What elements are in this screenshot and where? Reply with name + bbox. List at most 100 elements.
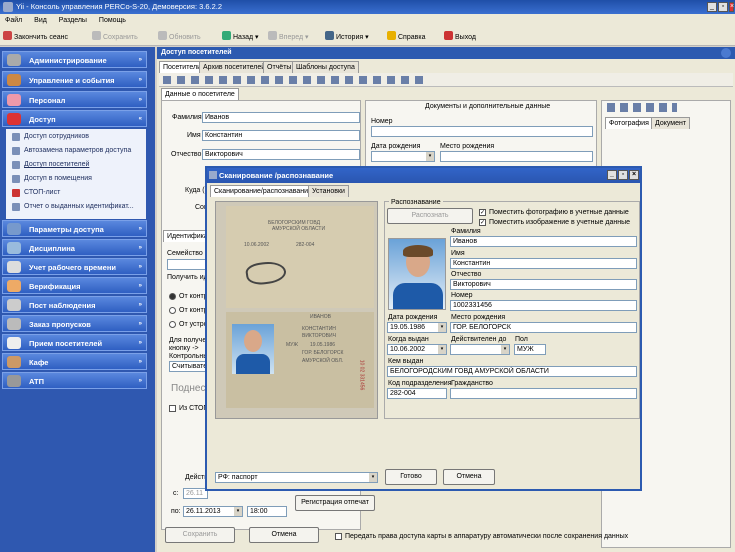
menu-file[interactable]: Файл — [0, 14, 27, 28]
photo-hair — [403, 245, 433, 257]
sidebar-group-post[interactable]: Пост наблюдения» — [2, 296, 147, 313]
dlg-sex-field[interactable]: МУЖ — [514, 344, 546, 355]
photo-toolbar-icons[interactable] — [607, 103, 677, 112]
toolbar-icons[interactable] — [163, 76, 423, 84]
save-toolbar-button[interactable]: Сохранить — [92, 31, 138, 43]
end-session-button[interactable]: Закончить сеанс — [3, 31, 68, 43]
help-button[interactable]: Справка — [387, 31, 425, 43]
dlg-last-name-field[interactable]: Иванов — [450, 236, 637, 247]
refresh-button[interactable]: Обновить — [158, 31, 201, 43]
maximize-button[interactable]: ▫ — [718, 2, 728, 12]
back-button[interactable]: Назад ▾ — [222, 31, 259, 43]
recognize-button[interactable]: Распознать — [387, 208, 473, 224]
stoplist-checkbox[interactable] — [169, 405, 176, 412]
reader-field[interactable]: Считывател — [169, 361, 209, 372]
tab-visitor-data[interactable]: Данные о посетителе — [161, 88, 239, 100]
sidebar-group-control[interactable]: Управление и события» — [2, 71, 147, 88]
date-to-field[interactable]: 26.11.2013 ▾ — [183, 506, 243, 517]
dlg-sex-label: Пол — [515, 336, 528, 343]
dialog-minimize-button[interactable]: _ — [607, 170, 617, 180]
dlg-first-name-field[interactable]: Константин — [450, 258, 637, 269]
patronymic-field[interactable]: Викторович — [202, 149, 360, 160]
sidebar-group-reception[interactable]: Прием посетителей» — [2, 334, 147, 351]
dialog-cancel-button[interactable]: Отмена — [443, 469, 495, 485]
visitor-icon — [12, 161, 20, 169]
sidebar-group-time[interactable]: Учет рабочего времени» — [2, 258, 147, 275]
dlg-issued-by-field[interactable]: БЕЛОГОРОДСКИМ ГОВД АМУРСКОЙ ОБЛАСТИ — [387, 366, 637, 377]
dlg-citizenship-label: Гражданство — [451, 380, 493, 387]
dlg-number-label: Номер — [451, 292, 473, 299]
dlg-citizenship-field[interactable] — [450, 388, 637, 399]
menu-view[interactable]: Вид — [29, 14, 52, 28]
dlg-birth-place-field[interactable]: ГОР. БЕЛОГОРСК — [450, 322, 637, 333]
tab-photo[interactable]: Фотография — [605, 117, 653, 129]
sidebar-group-personnel[interactable]: Персонал» — [2, 91, 147, 108]
last-name-label: Фамилия — [172, 114, 202, 121]
sidebar-group-access-params[interactable]: Параметры доступа» — [2, 220, 147, 237]
sidebar-group-access[interactable]: Доступ « — [2, 110, 147, 127]
doc-number-field[interactable] — [371, 126, 593, 137]
image-checkbox[interactable]: ✓ — [479, 219, 486, 226]
dlg-valid-to-field[interactable]: ▾ — [450, 344, 510, 355]
first-name-field[interactable]: Константин — [202, 130, 360, 141]
sidebar-group-admin[interactable]: Администрирование» — [2, 51, 147, 68]
collapse-icon[interactable] — [721, 48, 731, 58]
to-label: по: — [171, 508, 181, 515]
sidebar-group-atp[interactable]: АТП» — [2, 372, 147, 389]
dialog-close-button[interactable]: × — [629, 170, 639, 180]
dlg-birth-date-field[interactable]: 19.05.1986 ▾ — [387, 322, 447, 333]
radio-controller-1[interactable] — [169, 293, 176, 300]
sidebar-item-stoplist[interactable]: СТОП-лист — [12, 187, 60, 199]
doc-type-select[interactable]: РФ: паспорт ▾ — [215, 472, 378, 483]
menu-help[interactable]: Помощь — [94, 14, 131, 28]
tab-templates[interactable]: Шаблоны доступа — [292, 61, 359, 73]
transfer-checkbox[interactable] — [335, 533, 342, 540]
tab-reports[interactable]: Отчёты — [263, 61, 296, 73]
last-name-field[interactable]: Иванов — [202, 112, 360, 123]
sidebar-item-visitor-access[interactable]: Доступ посетителей — [12, 159, 89, 171]
dialog-maximize-button[interactable]: ▫ — [618, 170, 628, 180]
radio-controller-2[interactable] — [169, 307, 176, 314]
family-field[interactable] — [167, 259, 207, 270]
tab-document[interactable]: Документ — [651, 117, 691, 129]
photo-checkbox[interactable]: ✓ — [479, 209, 486, 216]
doc-birth-place-field[interactable] — [440, 151, 593, 162]
minimize-button[interactable]: _ — [707, 2, 717, 12]
sidebar-item-autoreplace[interactable]: Автозамена параметров доступа — [12, 145, 131, 157]
replace-icon — [12, 147, 20, 155]
save-button[interactable]: Сохранить — [165, 527, 235, 543]
scan-serial-text: 10 02 331456 — [358, 359, 365, 391]
tab-settings[interactable]: Установки — [308, 185, 349, 197]
dlg-patronymic-field[interactable]: Викторович — [450, 279, 637, 290]
dlg-issued-field[interactable]: 10.06.2002 ▾ — [387, 344, 447, 355]
time-to-field[interactable]: 18:00 — [247, 506, 287, 517]
dialog-ok-button[interactable]: Готово — [385, 469, 437, 485]
sidebar-item-employee-access[interactable]: Доступ сотрудников — [12, 131, 89, 143]
sidebar-group-cafe[interactable]: Кафе» — [2, 353, 147, 370]
menu-sections[interactable]: Разделы — [54, 14, 92, 28]
discipline-icon — [7, 242, 21, 254]
doc-birth-place-label: Место рождения — [440, 143, 495, 150]
fingerprint-register-button[interactable]: Регистрация отпечат — [295, 495, 375, 511]
tab-scan[interactable]: Сканирование/распознавание — [210, 185, 316, 197]
sidebar-group-discipline[interactable]: Дисциплина» — [2, 239, 147, 256]
sidebar-group-passes[interactable]: Заказ пропусков» — [2, 315, 147, 332]
dlg-birth-place-label: Место рождения — [451, 314, 506, 321]
scan-surname-text: ИВАНОВ — [310, 314, 331, 320]
events-icon — [7, 74, 21, 86]
patronymic-label: Отчество — [171, 151, 202, 158]
history-button[interactable]: История ▾ — [325, 31, 369, 43]
tab-archive[interactable]: Архив посетителей — [199, 61, 270, 73]
doc-birth-date-field[interactable]: ▾ — [371, 151, 435, 162]
radio-device[interactable] — [169, 321, 176, 328]
dlg-division-field[interactable]: 282-004 — [387, 388, 447, 399]
exit-button[interactable]: Выход — [444, 31, 476, 43]
dlg-number-field[interactable]: 1002331456 — [450, 300, 637, 311]
sidebar-item-room-access[interactable]: Доступ в помещения — [12, 173, 92, 185]
sidebar-item-report[interactable]: Отчет о выданных идентификат... — [12, 201, 134, 213]
clock-icon — [7, 261, 21, 273]
close-button[interactable]: × — [729, 2, 734, 12]
cancel-button[interactable]: Отмена — [249, 527, 319, 543]
forward-button[interactable]: Вперед ▾ — [268, 31, 309, 43]
sidebar-group-verification[interactable]: Верификация» — [2, 277, 147, 294]
